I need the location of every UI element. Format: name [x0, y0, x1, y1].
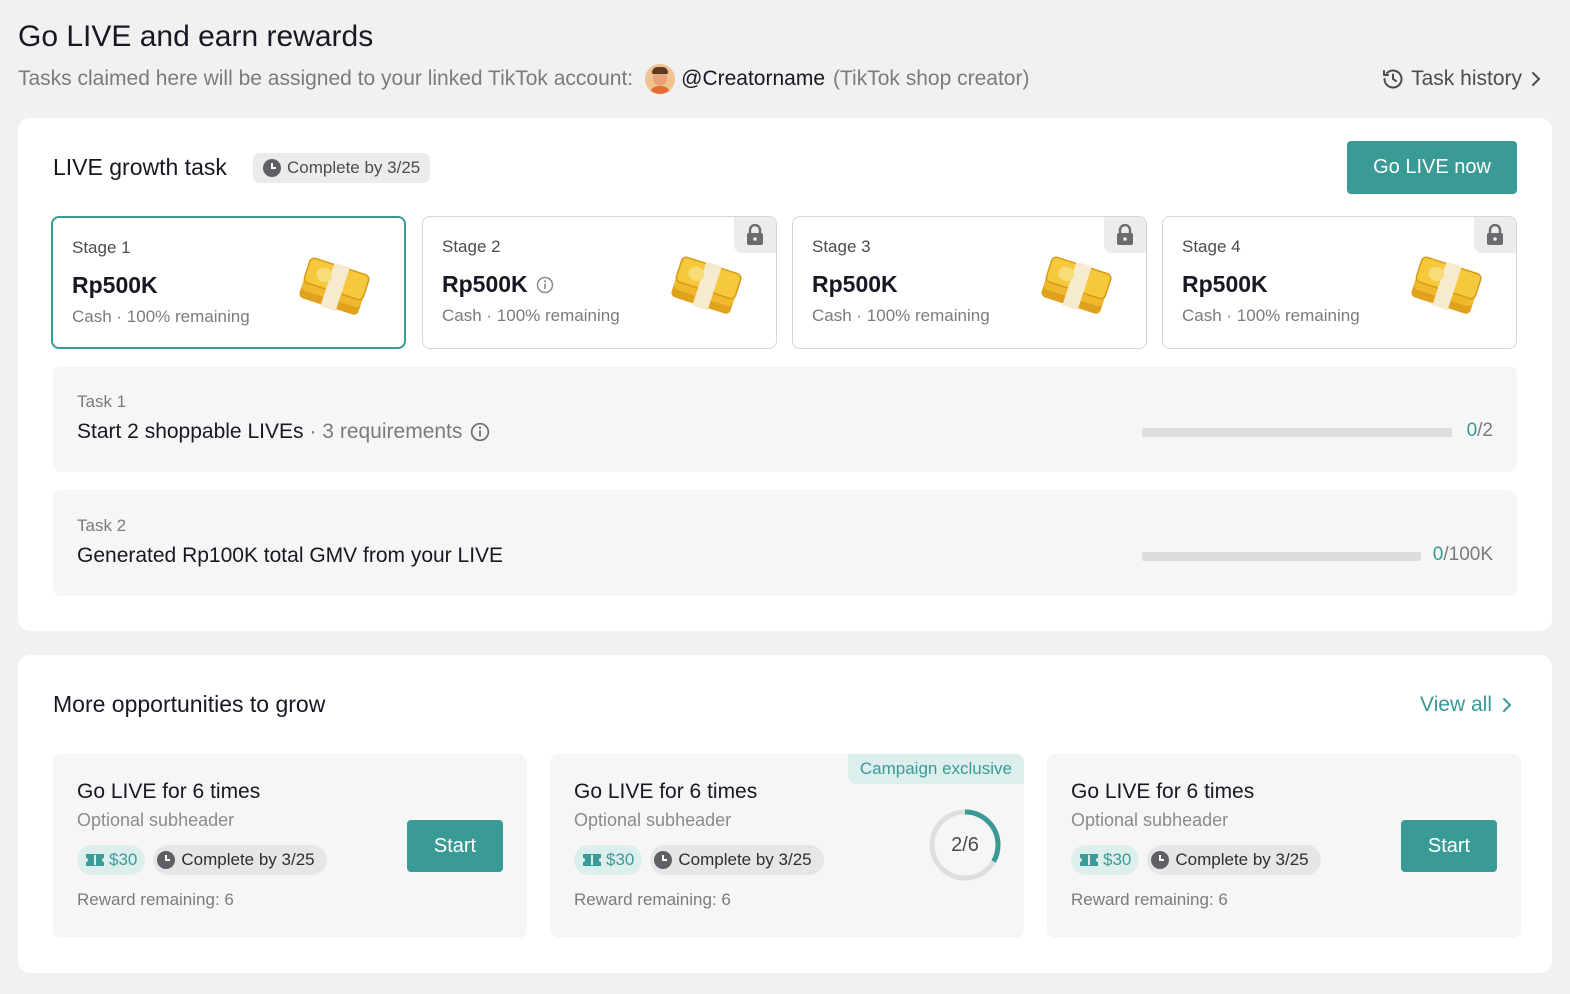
reward-tag: $30: [1071, 845, 1140, 875]
task-row-2: Task 2 Generated Rp100K total GMV from y…: [53, 490, 1517, 596]
opportunity-card-1[interactable]: Go LIVE for 6 times Optional subheader $…: [53, 754, 527, 938]
stage-card-4[interactable]: Stage 4 Rp500K Cash · 100% remaining: [1162, 216, 1517, 349]
opportunity-subheader: Optional subheader: [1071, 810, 1229, 830]
progress-ring-text: 2/6: [951, 833, 979, 856]
stage-label: Stage 3: [812, 237, 871, 256]
ticket-icon: [86, 854, 104, 866]
task-progress-bar: [1142, 428, 1452, 437]
task-progress-bar: [1142, 552, 1421, 561]
go-live-now-button[interactable]: Go LIVE now: [1347, 141, 1517, 194]
linked-account-text: Tasks claimed here will be assigned to y…: [18, 67, 634, 90]
stage-card-2[interactable]: Stage 2 Rp500K Cash · 100% remaining: [422, 216, 777, 349]
task-title: Start 2 shoppable LIVEs · 3 requirements: [77, 420, 490, 444]
money-stack-icon: [1411, 256, 1482, 314]
chevron-right-icon: [1503, 698, 1512, 712]
creator-name[interactable]: @Creatorname: [681, 67, 825, 91]
stage-label: Stage 4: [1182, 237, 1241, 256]
stage-amount: Rp500K: [72, 272, 158, 298]
reward-tag: $30: [77, 845, 146, 875]
start-button[interactable]: Start: [407, 820, 503, 872]
clock-icon: [263, 159, 281, 177]
start-button[interactable]: Start: [1401, 820, 1497, 872]
opportunity-title: Go LIVE for 6 times: [1071, 780, 1255, 803]
lock-icon: [734, 217, 776, 253]
opportunities-title: More opportunities to grow: [53, 691, 326, 717]
opportunity-title: Go LIVE for 6 times: [77, 780, 261, 803]
task-label: Task 2: [77, 516, 127, 535]
history-icon: [1383, 69, 1403, 89]
task-progress-text: 0/100K: [1432, 544, 1493, 565]
task-title: Generated Rp100K total GMV from your LIV…: [77, 544, 504, 567]
opportunity-subheader: Optional subheader: [574, 810, 732, 830]
deadline-text: Complete by 3/25: [287, 158, 421, 177]
money-stack-icon: [1041, 256, 1112, 314]
reward-tag: $30: [574, 845, 643, 875]
deadline-tag: Complete by 3/25: [153, 845, 327, 875]
opportunity-title: Go LIVE for 6 times: [574, 780, 758, 803]
chevron-right-icon: [1532, 72, 1541, 86]
reward-remaining: Reward remaining: 6: [77, 890, 234, 909]
task-history-link[interactable]: Task history: [1381, 64, 1548, 94]
stage-label: Stage 2: [442, 237, 501, 256]
reward-remaining: Reward remaining: 6: [574, 890, 731, 909]
info-icon[interactable]: [470, 422, 490, 442]
money-stack-icon: [299, 257, 370, 315]
clock-icon: [1151, 851, 1170, 869]
lock-icon: [1104, 217, 1146, 253]
opportunities-card: More opportunities to grow View all Go L…: [18, 655, 1552, 973]
task-label: Task 1: [77, 392, 127, 411]
task-requirements: · 3 requirements: [309, 420, 463, 443]
info-icon[interactable]: [536, 276, 554, 294]
stage-subtext: Cash · 100% remaining: [442, 306, 620, 325]
progress-ring: 2/6: [928, 808, 1002, 882]
ticket-icon: [1080, 854, 1098, 866]
task-history-label: Task history: [1411, 67, 1522, 90]
linked-account-line: Tasks claimed here will be assigned to y…: [18, 64, 1029, 94]
ticket-icon: [583, 854, 601, 866]
money-stack-icon: [671, 256, 742, 314]
opportunity-card-2[interactable]: Campaign exclusive Go LIVE for 6 times O…: [550, 754, 1024, 938]
stage-subtext: Cash · 100% remaining: [72, 307, 250, 326]
task-progress-text: 0/2: [1466, 420, 1493, 441]
task-row-1: Task 1 Start 2 shoppable LIVEs · 3 requi…: [53, 366, 1517, 472]
stage-amount: Rp500K: [812, 271, 898, 297]
opportunity-subheader: Optional subheader: [77, 810, 235, 830]
clock-icon: [654, 851, 673, 869]
live-growth-task-title: LIVE growth task: [53, 154, 227, 180]
deadline-tag: Complete by 3/25: [650, 845, 824, 875]
campaign-exclusive-badge: Campaign exclusive: [847, 754, 1024, 784]
live-growth-task-card: LIVE growth task Complete by 3/25 Go LIV…: [18, 118, 1552, 631]
opportunity-card-3[interactable]: Go LIVE for 6 times Optional subheader $…: [1047, 754, 1521, 938]
stage-amount: Rp500K: [442, 271, 554, 298]
deadline-badge: Complete by 3/25: [253, 153, 431, 183]
clock-icon: [157, 851, 176, 869]
reward-remaining: Reward remaining: 6: [1071, 890, 1228, 909]
creator-role: (TikTok shop creator): [833, 67, 1030, 90]
stage-card-3[interactable]: Stage 3 Rp500K Cash · 100% remaining: [792, 216, 1147, 349]
view-all-link[interactable]: View all: [1420, 693, 1512, 717]
stage-label: Stage 1: [72, 238, 131, 257]
lock-icon: [1474, 217, 1516, 253]
view-all-label: View all: [1420, 693, 1492, 716]
avatar: [645, 64, 676, 94]
stage-subtext: Cash · 100% remaining: [1182, 306, 1360, 325]
stage-amount: Rp500K: [1182, 271, 1268, 297]
stage-subtext: Cash · 100% remaining: [812, 306, 990, 325]
page-title: Go LIVE and earn rewards: [18, 20, 374, 53]
deadline-tag: Complete by 3/25: [1147, 845, 1321, 875]
stage-card-1[interactable]: Stage 1 Rp500K Cash · 100% remaining: [51, 216, 406, 349]
